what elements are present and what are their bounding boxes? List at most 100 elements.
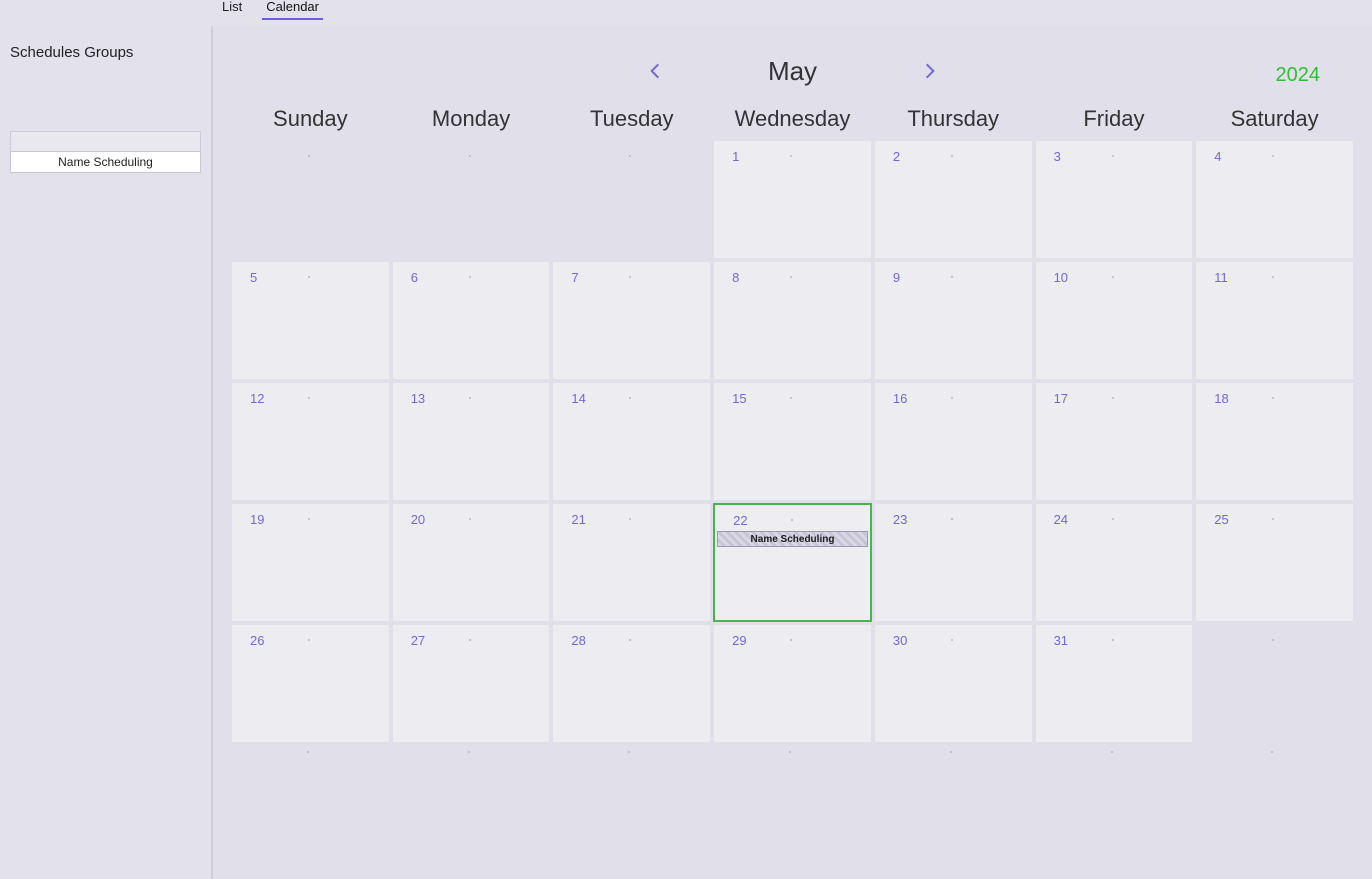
day-29[interactable]: 29 — [713, 624, 872, 743]
day-2[interactable]: 2 — [874, 140, 1033, 259]
day-number: 17 — [1054, 391, 1068, 406]
dow-fri: Friday — [1035, 106, 1194, 140]
day-19[interactable]: 19 — [231, 503, 390, 622]
calendar-grid: 12345678910111213141516171819202122Name … — [231, 140, 1354, 743]
day-13[interactable]: 13 — [392, 382, 551, 501]
day-20[interactable]: 20 — [392, 503, 551, 622]
day-dot — [629, 639, 631, 641]
tab-calendar[interactable]: Calendar — [262, 0, 323, 20]
day-number: 18 — [1214, 391, 1228, 406]
day-15[interactable]: 15 — [713, 382, 872, 501]
day-number: 5 — [250, 270, 257, 285]
day-number: 8 — [732, 270, 739, 285]
day-14[interactable]: 14 — [552, 382, 711, 501]
day-dot — [469, 276, 471, 278]
day-dot — [1272, 155, 1274, 157]
overflow-dot — [789, 751, 791, 753]
day-number: 13 — [411, 391, 425, 406]
day-18[interactable]: 18 — [1195, 382, 1354, 501]
week-row: 19 20 21 22Name Scheduling 23 24 25 — [231, 503, 1354, 622]
day-dot — [951, 518, 953, 520]
next-month-button[interactable] — [917, 58, 943, 84]
day-16[interactable]: 16 — [874, 382, 1033, 501]
day-11[interactable]: 11 — [1195, 261, 1354, 380]
day-out — [552, 140, 711, 259]
sidebar-heading: Schedules Groups — [10, 44, 201, 61]
day-9[interactable]: 9 — [874, 261, 1033, 380]
dow-sat: Saturday — [1195, 106, 1354, 140]
day-5[interactable]: 5 — [231, 261, 390, 380]
group-row-name-scheduling[interactable]: Name Scheduling — [10, 151, 201, 173]
day-dot — [629, 155, 631, 157]
day-out — [1195, 624, 1354, 743]
day-number: 6 — [411, 270, 418, 285]
day-number: 12 — [250, 391, 264, 406]
tab-list[interactable]: List — [218, 0, 246, 20]
day-dot — [469, 155, 471, 157]
day-dot — [951, 276, 953, 278]
week-row: 5 6 7 8 9 1011 — [231, 261, 1354, 380]
day-dot — [308, 518, 310, 520]
day-4[interactable]: 4 — [1195, 140, 1354, 259]
year-label[interactable]: 2024 — [1276, 64, 1321, 87]
day-number: 9 — [893, 270, 900, 285]
day-number: 1 — [732, 149, 739, 164]
day-number: 21 — [571, 512, 585, 527]
day-12[interactable]: 12 — [231, 382, 390, 501]
calendar-header: May 2024 — [231, 36, 1354, 106]
day-number: 27 — [411, 633, 425, 648]
day-dot — [951, 639, 953, 641]
day-24[interactable]: 24 — [1035, 503, 1194, 622]
day-3[interactable]: 3 — [1035, 140, 1194, 259]
day-26[interactable]: 26 — [231, 624, 390, 743]
day-17[interactable]: 17 — [1035, 382, 1194, 501]
day-dot — [1272, 397, 1274, 399]
day-dot — [308, 276, 310, 278]
day-dot — [1112, 397, 1114, 399]
day-dot — [629, 518, 631, 520]
day-1[interactable]: 1 — [713, 140, 872, 259]
dow-thu: Thursday — [874, 106, 1033, 140]
groups-box-header[interactable] — [10, 131, 201, 151]
day-21[interactable]: 21 — [552, 503, 711, 622]
day-6[interactable]: 6 — [392, 261, 551, 380]
dow-mon: Monday — [392, 106, 551, 140]
day-30[interactable]: 30 — [874, 624, 1033, 743]
day-dot — [308, 155, 310, 157]
overflow-row — [231, 745, 1354, 763]
day-number: 7 — [571, 270, 578, 285]
day-dot — [790, 639, 792, 641]
week-row: 26 27 28293031 — [231, 624, 1354, 743]
day-dot — [1112, 639, 1114, 641]
day-23[interactable]: 23 — [874, 503, 1033, 622]
day-dot — [308, 639, 310, 641]
day-28[interactable]: 28 — [552, 624, 711, 743]
day-8[interactable]: 8 — [713, 261, 872, 380]
event-name-scheduling[interactable]: Name Scheduling — [717, 531, 868, 547]
day-number: 24 — [1054, 512, 1068, 527]
overflow-dot — [1271, 751, 1273, 753]
dow-row: Sunday Monday Tuesday Wednesday Thursday… — [231, 106, 1354, 140]
day-31[interactable]: 31 — [1035, 624, 1194, 743]
day-25[interactable]: 25 — [1195, 503, 1354, 622]
day-number: 16 — [893, 391, 907, 406]
day-number: 15 — [732, 391, 746, 406]
day-22[interactable]: 22Name Scheduling — [713, 503, 872, 622]
day-dot — [1112, 155, 1114, 157]
day-dot — [951, 155, 953, 157]
day-number: 23 — [893, 512, 907, 527]
day-dot — [308, 397, 310, 399]
day-number: 19 — [250, 512, 264, 527]
day-dot — [1272, 639, 1274, 641]
dow-sun: Sunday — [231, 106, 390, 140]
chevron-right-icon — [920, 57, 940, 85]
day-dot — [1272, 276, 1274, 278]
day-10[interactable]: 10 — [1035, 261, 1194, 380]
day-dot — [629, 397, 631, 399]
day-27[interactable]: 27 — [392, 624, 551, 743]
overflow-dot — [628, 751, 630, 753]
day-7[interactable]: 7 — [552, 261, 711, 380]
prev-month-button[interactable] — [642, 58, 668, 84]
calendar-panel: May 2024 Sunday Monday Tuesday Wednesday… — [213, 26, 1372, 879]
week-row: 12 13 14 15 16 17 18 — [231, 382, 1354, 501]
